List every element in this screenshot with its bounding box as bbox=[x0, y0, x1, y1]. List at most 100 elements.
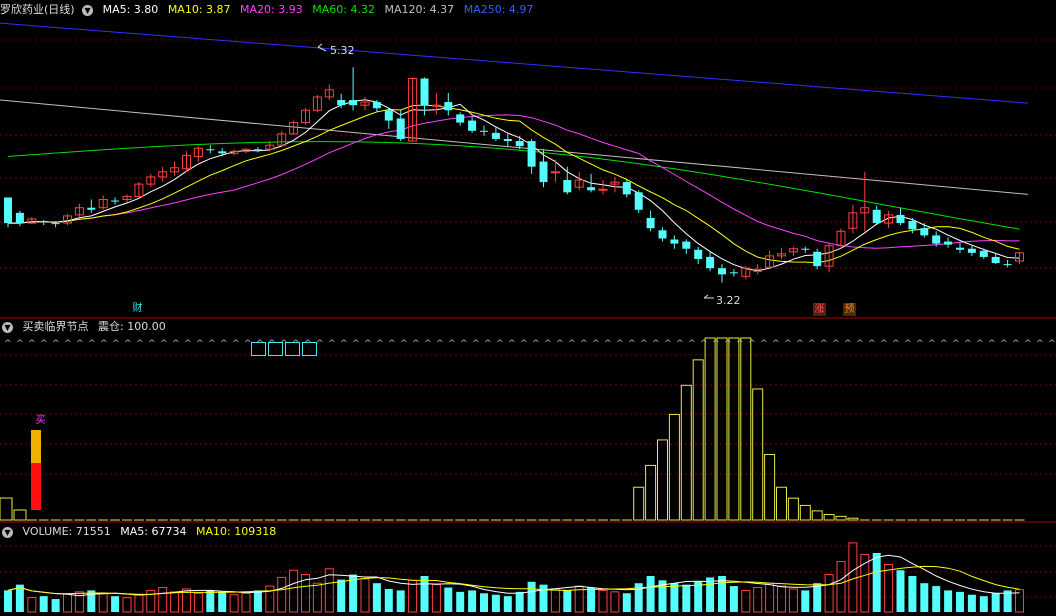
volume-bar bbox=[396, 590, 405, 612]
volume-bar bbox=[515, 591, 524, 612]
volume-bar bbox=[456, 591, 465, 612]
high-arrow bbox=[317, 43, 327, 52]
forecast-marker[interactable]: 预 bbox=[843, 303, 856, 316]
indicator-bar bbox=[657, 439, 668, 521]
candle-body bbox=[539, 161, 548, 183]
volume-bar bbox=[372, 583, 381, 612]
volume-bar bbox=[277, 576, 287, 613]
caret-mark: ^ bbox=[772, 339, 780, 349]
volume-bar bbox=[4, 590, 12, 612]
candle-body bbox=[587, 187, 596, 191]
caret-mark: ^ bbox=[616, 339, 624, 349]
caret-mark: ^ bbox=[160, 339, 168, 349]
volume-bar bbox=[122, 597, 132, 613]
candle-body bbox=[111, 200, 120, 202]
finance-marker[interactable]: 财 bbox=[131, 302, 144, 315]
candle-body bbox=[979, 250, 988, 257]
low-price-label: 3.22 bbox=[716, 294, 741, 307]
ma20-label: MA20: 3.93 bbox=[240, 3, 303, 16]
indicator-bar bbox=[764, 453, 776, 521]
volume-bar bbox=[444, 587, 453, 612]
caret-mark: ^ bbox=[808, 339, 816, 349]
candle-body bbox=[694, 249, 703, 259]
volume-bar bbox=[967, 594, 976, 612]
volume-bar bbox=[193, 592, 203, 613]
volume-bar bbox=[848, 542, 858, 613]
volume-bar bbox=[836, 561, 846, 613]
candle-body bbox=[920, 228, 929, 236]
signal-box bbox=[302, 342, 317, 356]
volume-bar bbox=[206, 590, 215, 612]
caret-mark: ^ bbox=[640, 339, 648, 349]
caret-mark: ^ bbox=[136, 339, 144, 349]
candle-body bbox=[444, 102, 453, 111]
candle-body bbox=[515, 141, 524, 147]
chevron-down-icon[interactable]: ▼ bbox=[2, 526, 13, 538]
caret-mark: ^ bbox=[64, 339, 72, 349]
volume-bar bbox=[503, 596, 512, 612]
caret-mark: ^ bbox=[172, 339, 180, 349]
caret-mark: ^ bbox=[796, 339, 804, 349]
volume-bar bbox=[74, 591, 84, 613]
caret-mark: ^ bbox=[748, 339, 756, 349]
candle-body bbox=[991, 256, 1000, 264]
caret-mark: ^ bbox=[388, 339, 396, 349]
candle-body bbox=[39, 221, 48, 223]
signal-box bbox=[251, 342, 266, 356]
volume-bar bbox=[289, 569, 299, 613]
caret-mark: ^ bbox=[1036, 339, 1044, 349]
caret-mark: ^ bbox=[316, 339, 324, 349]
caret-mark: ^ bbox=[424, 339, 432, 349]
volume-bar bbox=[527, 581, 536, 612]
candle-body bbox=[218, 151, 227, 154]
caret-mark: ^ bbox=[1048, 339, 1056, 349]
caret-mark: ^ bbox=[4, 339, 12, 349]
main-chart-header: 罗欣药业(日线) ▼ MA5: 3.80 MA10: 3.87 MA20: 3.… bbox=[0, 2, 539, 18]
candle-body bbox=[729, 272, 738, 274]
candle-body bbox=[944, 241, 953, 245]
volume-bar bbox=[979, 596, 988, 612]
volume-ma5-label: MA5: 67734 bbox=[120, 525, 187, 538]
volume-bar bbox=[360, 578, 370, 613]
volume-bar bbox=[896, 570, 905, 612]
caret-mark: ^ bbox=[148, 339, 156, 349]
indicator-bar bbox=[668, 413, 680, 521]
volume-bar bbox=[824, 574, 834, 613]
caret-mark: ^ bbox=[724, 339, 732, 349]
caret-mark: ^ bbox=[784, 339, 792, 349]
indicator-title: 买卖临界节点 bbox=[22, 320, 89, 333]
candle-body bbox=[550, 171, 560, 174]
chevron-down-icon[interactable]: ▼ bbox=[2, 321, 13, 333]
indicator-bar bbox=[0, 497, 13, 521]
volume-label: VOLUME: 71551 bbox=[22, 525, 111, 538]
volume-bar bbox=[694, 581, 703, 612]
caret-mark: ^ bbox=[844, 339, 852, 349]
ma20-line bbox=[8, 114, 1020, 249]
caret-mark: ^ bbox=[820, 339, 828, 349]
caret-mark: ^ bbox=[52, 339, 60, 349]
caret-mark: ^ bbox=[988, 339, 996, 349]
volume-bar bbox=[753, 587, 763, 613]
caret-mark: ^ bbox=[904, 339, 912, 349]
caret-mark: ^ bbox=[1024, 339, 1032, 349]
limit-up-marker[interactable]: 涨 bbox=[813, 303, 826, 316]
volume-bar bbox=[801, 590, 810, 612]
ma250-line bbox=[0, 22, 1029, 104]
caret-mark: ^ bbox=[484, 339, 492, 349]
volume-bar bbox=[741, 589, 751, 613]
candle-body bbox=[456, 114, 465, 123]
candle-body bbox=[349, 100, 358, 106]
indicator-bar bbox=[823, 514, 835, 521]
candle-body bbox=[682, 241, 691, 249]
caret-mark: ^ bbox=[196, 339, 204, 349]
volume-bar bbox=[241, 592, 251, 613]
caret-mark: ^ bbox=[604, 339, 612, 349]
ma250-label: MA250: 4.97 bbox=[463, 3, 534, 16]
candle-body bbox=[896, 214, 905, 224]
caret-mark: ^ bbox=[28, 339, 36, 349]
caret-mark: ^ bbox=[568, 339, 576, 349]
caret-mark: ^ bbox=[580, 339, 588, 349]
volume-bar bbox=[39, 596, 48, 612]
chevron-down-icon[interactable]: ▼ bbox=[82, 4, 94, 16]
low-arrow bbox=[703, 294, 714, 299]
